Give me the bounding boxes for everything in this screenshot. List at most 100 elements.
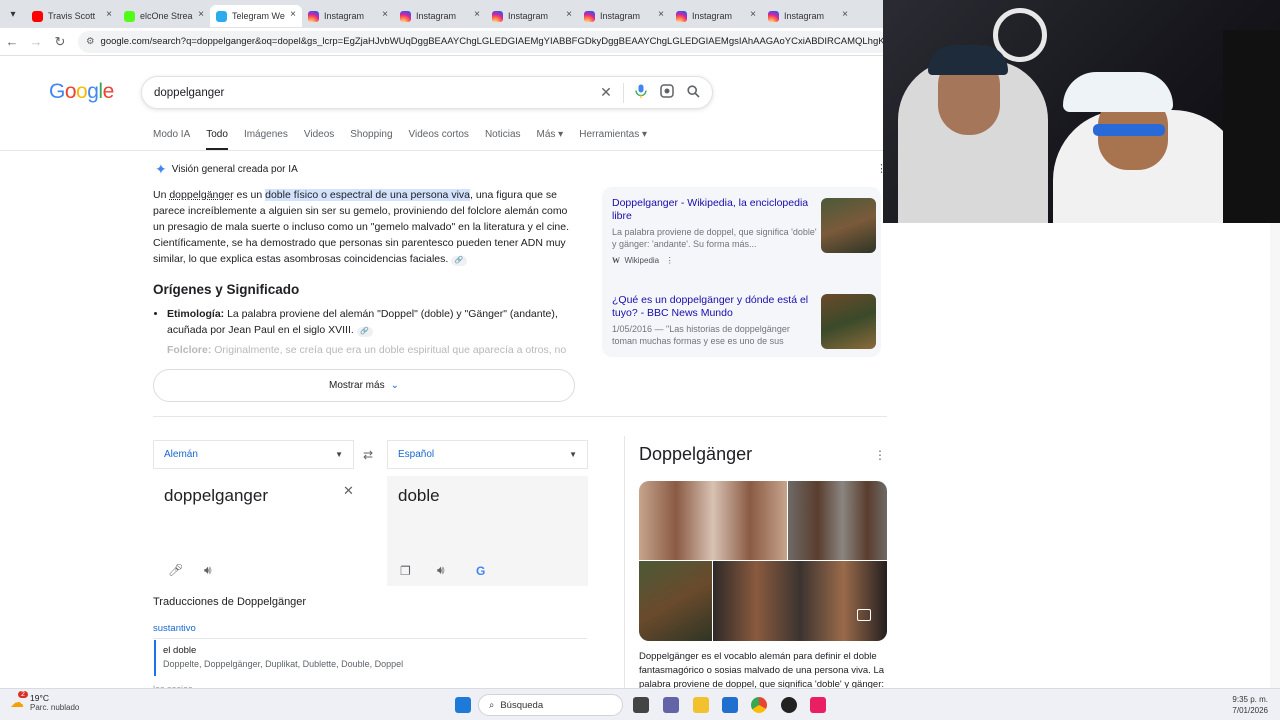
app-icon[interactable] [781,697,797,713]
tab-modo-ia[interactable]: Modo IA [153,129,190,150]
source-title[interactable]: Doppelganger - Wikipedia, la enciclopedi… [612,197,817,223]
link-chip-icon[interactable]: 🔗 [451,256,468,266]
knowledge-panel-description: Doppelgänger es el vocablo alemán para d… [639,651,885,688]
tab-shopping[interactable]: Shopping [350,129,392,150]
target-language-label: Español [398,449,435,460]
close-tab-icon[interactable]: × [290,9,296,20]
task-view-icon[interactable] [633,697,649,713]
search-icon[interactable] [680,84,706,101]
mic-icon[interactable]: 🎤︎ [168,563,183,577]
link-chip-icon[interactable]: 🔗 [356,327,373,337]
speaker-icon[interactable]: 🔊︎ [437,563,445,578]
clear-text-icon[interactable]: ✕ [343,483,354,499]
show-more-button[interactable]: Mostrar más ⌄ [153,369,575,402]
browser-tab[interactable]: Instagram × [578,5,670,27]
tab-videos[interactable]: Videos [304,129,334,150]
google-logo[interactable]: Google [49,80,114,104]
browser-tab[interactable]: Instagram × [670,5,762,27]
image-thumbnail[interactable] [713,561,887,641]
text-part: Un [153,189,170,201]
source-card[interactable]: ¿Qué es un doppelgänger y dónde está el … [612,294,817,347]
file-explorer-icon[interactable] [693,697,709,713]
system-clock[interactable]: 9:35 p. m. 7/01/2026 [1232,694,1268,716]
list-item: Etimología: La palabra proviene del alem… [167,306,579,338]
image-thumbnail[interactable] [639,481,787,560]
source-desc: 1/05/2016 — "Las historias de doppelgäng… [612,324,790,346]
tab-herramientas[interactable]: Herramientas ▾ [579,129,647,150]
target-text: doble [398,486,440,505]
image-thumbnail[interactable] [639,561,712,641]
browser-tab[interactable]: Instagram × [302,5,394,27]
ai-overview-header: ✦ Visión general creada por IA [155,161,298,178]
telegram-favicon-icon [216,10,227,22]
close-tab-icon[interactable]: × [106,9,112,20]
url-field[interactable]: ⚙ google.com/search?q=doppelganger&oq=dop… [78,30,890,53]
store-icon[interactable] [722,697,738,713]
tab-label: Instagram [692,11,733,21]
faded-bullet: Folclore: Originalmente, se creía que er… [167,344,577,358]
source-text-area[interactable]: doppelganger ✕ 🎤︎ 🔊︎ [153,476,376,586]
tab-imágenes[interactable]: Imágenes [244,129,288,150]
source-text[interactable]: doppelganger [164,486,268,506]
search-box[interactable]: doppelganger ✕ [141,76,713,109]
tab-label: Instagram [508,11,549,21]
ai-overview-text: Un doppelgänger es un doble físico o esp… [153,187,579,267]
source-language-select[interactable]: Alemán ▼ [153,440,354,469]
browser-tab[interactable]: Instagram × [394,5,486,27]
speaker-icon[interactable]: 🔊︎ [204,563,212,578]
google-translate-icon[interactable]: G [476,564,485,578]
source-title[interactable]: ¿Qué es un doppelgänger y dónde está el … [612,294,817,320]
image-search-icon[interactable] [857,609,871,621]
clear-icon[interactable]: ✕ [593,84,619,101]
swap-languages-icon[interactable]: ⇄ [363,448,373,462]
browser-tab[interactable]: Travis Scott × [26,5,118,27]
divider [624,436,625,696]
close-tab-icon[interactable]: × [566,9,572,20]
person-left-cap [928,45,1008,75]
chair [1223,30,1280,223]
close-tab-icon[interactable]: × [474,9,480,20]
browser-tab[interactable]: Instagram × [486,5,578,27]
scrollbar[interactable] [1270,223,1280,688]
search-input[interactable]: doppelganger [154,87,593,99]
section-title: Orígenes y Significado [153,282,300,297]
image-thumbnail[interactable] [788,481,887,560]
back-icon[interactable]: ← [0,34,24,49]
copy-icon[interactable]: ❐ [400,564,411,578]
search-icon: ⌕ [489,699,495,711]
tab-noticias[interactable]: Noticias [485,129,521,150]
mic-icon[interactable] [628,84,654,101]
browser-tab[interactable]: elcOne Strea × [118,5,210,27]
windows-start-icon[interactable] [455,697,471,713]
target-language-select[interactable]: Español ▼ [387,440,588,469]
kick-favicon-icon [124,10,135,22]
site-info-icon[interactable]: ⚙ [86,36,95,47]
tab-videos-cortos[interactable]: Videos cortos [409,129,469,150]
translation-entry[interactable]: el doble Doppelte, Doppelgänger, Duplika… [154,640,588,676]
chat-app-icon[interactable] [663,697,679,713]
tab-más[interactable]: Más ▾ [537,129,564,150]
forward-icon[interactable]: → [24,34,48,49]
tab-todo[interactable]: Todo [206,129,228,150]
close-tab-icon[interactable]: × [750,9,756,20]
source-thumbnail[interactable] [821,294,876,349]
text-part: es un [233,189,266,201]
logo-letter: G [49,80,65,103]
tab-search-dropdown-icon[interactable]: ▾ [0,0,26,28]
close-tab-icon[interactable]: × [198,9,204,20]
browser-tab[interactable]: Telegram We × [210,5,302,27]
taskbar-search[interactable]: ⌕ Búsqueda [478,694,623,716]
tiktok-icon[interactable] [810,697,826,713]
lens-icon[interactable] [654,84,680,101]
close-tab-icon[interactable]: × [842,9,848,20]
chrome-icon[interactable] [751,697,767,713]
source-thumbnail[interactable] [821,198,876,253]
reload-icon[interactable]: ↻ [48,34,72,50]
browser-tab[interactable]: Instagram × [762,5,854,27]
weather-widget[interactable]: ☁ 2 19°C Parc. nublado [10,691,79,712]
image-grid[interactable] [639,481,887,641]
source-card[interactable]: Doppelganger - Wikipedia, la enciclopedi… [612,197,817,265]
more-options-icon[interactable]: ⋮ [874,448,886,462]
close-tab-icon[interactable]: × [382,9,388,20]
close-tab-icon[interactable]: × [658,9,664,20]
